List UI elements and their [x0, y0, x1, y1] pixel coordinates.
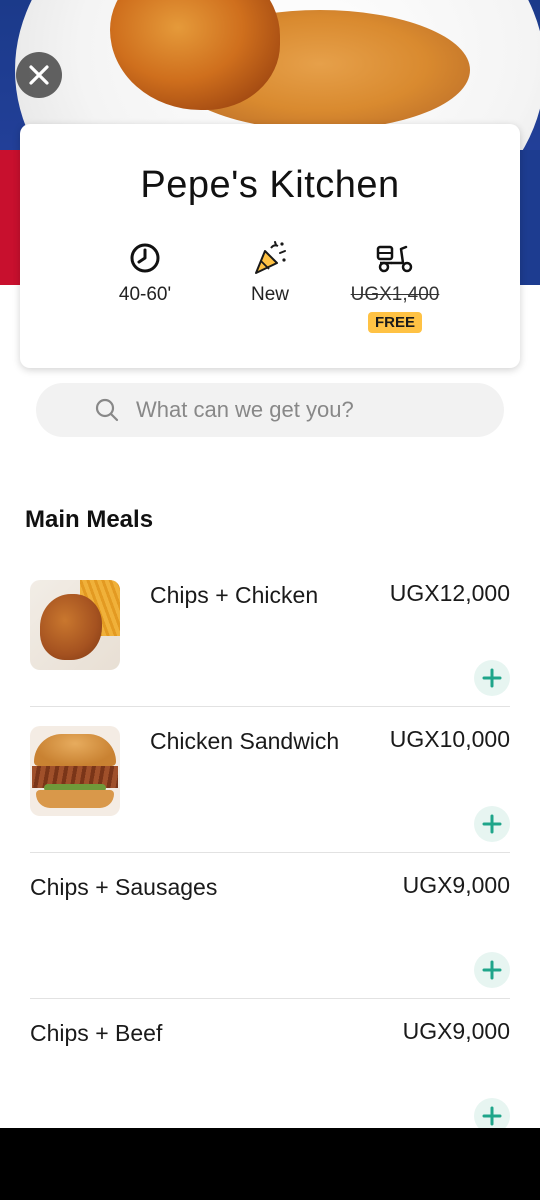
delivery-fee-original: UGX1,400 — [350, 284, 440, 305]
menu-item-price: UGX12,000 — [389, 580, 510, 606]
menu-search-bar[interactable] — [36, 383, 504, 437]
search-icon — [95, 398, 119, 422]
store-info-card: Pepe's Kitchen 40-60' New UGX1,400 FREE — [20, 124, 520, 368]
store-name: Pepe's Kitchen — [140, 164, 400, 206]
divider — [30, 998, 510, 999]
divider — [30, 852, 510, 853]
system-navigation-bar — [0, 1128, 540, 1200]
chips-chicken-image — [30, 580, 120, 670]
plus-icon — [482, 668, 502, 688]
search-input[interactable] — [136, 397, 504, 423]
menu-item[interactable]: Chips + Chicken UGX12,000 — [30, 566, 510, 712]
delivery-time-label: 40-60' — [118, 284, 172, 305]
new-store-label: New — [250, 284, 289, 305]
add-item-button[interactable] — [474, 952, 510, 988]
plus-icon — [482, 814, 502, 834]
menu-item-name: Chips + Sausages — [30, 874, 218, 900]
close-button[interactable] — [16, 52, 62, 98]
add-item-button[interactable] — [474, 806, 510, 842]
clock-icon — [130, 243, 160, 273]
chicken-sandwich-image — [30, 726, 120, 816]
menu-item-price: UGX9,000 — [402, 872, 510, 898]
add-item-button[interactable] — [474, 660, 510, 696]
menu-item-name: Chips + Beef — [30, 1020, 163, 1046]
section-title: Main Meals — [25, 506, 154, 533]
menu-item-price: UGX10,000 — [389, 726, 510, 752]
menu-item[interactable]: Chicken Sandwich UGX10,000 — [30, 712, 510, 858]
scooter-icon — [376, 245, 413, 273]
menu-item-price: UGX9,000 — [402, 1018, 510, 1044]
delivery-fee-stat: UGX1,400 FREE — [330, 239, 460, 333]
divider — [30, 706, 510, 707]
free-delivery-badge: FREE — [367, 312, 422, 333]
menu-item-name: Chips + Chicken — [150, 582, 319, 608]
plus-icon — [482, 960, 502, 980]
party-popper-icon — [255, 241, 286, 274]
delivery-time-stat: 40-60' — [80, 239, 210, 306]
menu-item-name: Chicken Sandwich — [150, 728, 340, 754]
plus-icon — [482, 1106, 502, 1126]
close-icon — [29, 65, 49, 85]
new-store-stat: New — [205, 239, 335, 306]
menu-item[interactable]: Chips + Sausages UGX9,000 — [30, 858, 510, 1004]
